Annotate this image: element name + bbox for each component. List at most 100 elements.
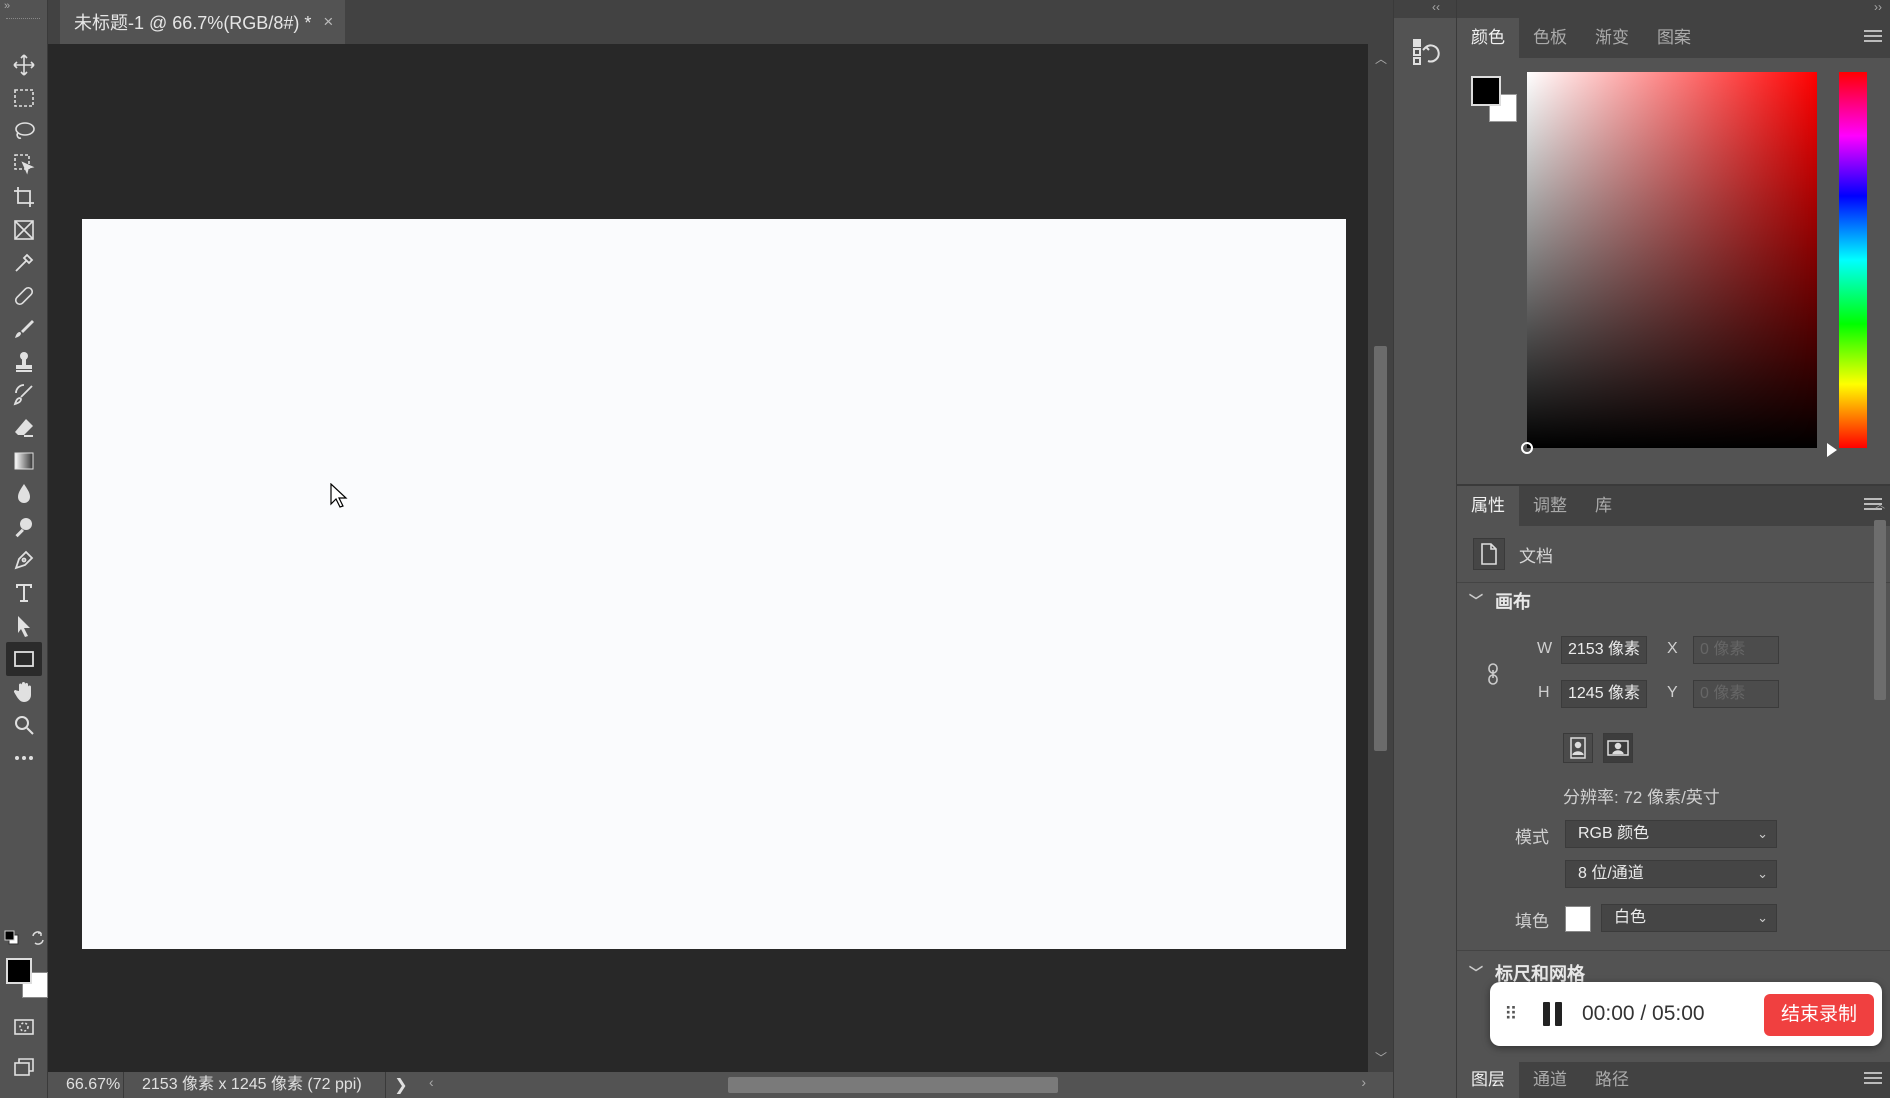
quick-mask-mode[interactable] [6, 1010, 42, 1044]
toolbar-grip[interactable] [6, 18, 40, 22]
gradient-tool[interactable] [6, 444, 42, 478]
height-field[interactable]: 1245 像素 [1561, 680, 1647, 708]
ellipsis-icon [15, 756, 33, 760]
move-tool[interactable] [6, 48, 42, 82]
tab-properties[interactable]: 属性 [1457, 486, 1519, 526]
status-menu-arrow[interactable]: ❯ [386, 1075, 416, 1095]
scroll-left-icon[interactable]: ‹ [429, 1074, 434, 1090]
color-picker-knob[interactable] [1521, 442, 1533, 454]
landscape-orientation-button[interactable] [1603, 733, 1633, 763]
default-colors-icon[interactable] [4, 930, 20, 946]
scroll-up-icon[interactable]: ︿ [1875, 496, 1885, 511]
chevron-down-icon: ﹀ [1469, 593, 1483, 609]
link-dimensions-icon[interactable] [1485, 662, 1501, 686]
tab-color[interactable]: 颜色 [1457, 18, 1519, 58]
canvas-section-header[interactable]: ﹀ 画布 [1469, 588, 1531, 614]
tab-gradients[interactable]: 渐变 [1581, 18, 1643, 58]
close-icon[interactable]: × [323, 12, 333, 32]
fill-select[interactable]: 白色 ⌄ [1601, 904, 1777, 932]
fill-color-swatch[interactable] [1565, 906, 1591, 932]
expand-panels-icon[interactable]: ›› [1457, 0, 1890, 18]
tab-channels[interactable]: 通道 [1519, 1062, 1581, 1098]
vertical-scrollbar[interactable]: ︿ ﹀ [1368, 44, 1393, 1072]
move-icon [13, 54, 35, 76]
expand-toolbar-icon[interactable]: » [4, 0, 10, 12]
screen-recording-widget: ⠿ 00:00 / 05:00 结束录制 [1490, 982, 1882, 1046]
width-field[interactable]: 2153 像素 [1561, 636, 1647, 664]
y-label: Y [1667, 684, 1678, 701]
tab-swatches[interactable]: 色板 [1519, 18, 1581, 58]
magnifier-icon [15, 716, 34, 735]
crop-tool[interactable] [6, 180, 42, 214]
bit-depth-select[interactable]: 8 位/通道 ⌄ [1565, 860, 1777, 888]
tab-patterns[interactable]: 图案 [1643, 18, 1705, 58]
hue-slider[interactable] [1839, 72, 1867, 448]
saturation-brightness-field[interactable] [1521, 72, 1817, 454]
scroll-up-icon[interactable]: ︿ [1375, 50, 1387, 67]
canvas-section-title: 画布 [1495, 592, 1531, 612]
pause-button[interactable] [1530, 1002, 1574, 1026]
horizontal-scroll-thumb[interactable] [728, 1077, 1058, 1093]
tab-layers[interactable]: 图层 [1457, 1062, 1519, 1098]
history-brush-icon [13, 384, 33, 406]
screen-mode[interactable] [6, 1050, 42, 1084]
brush-tool[interactable] [6, 312, 42, 346]
eraser-tool[interactable] [6, 411, 42, 445]
stop-recording-button[interactable]: 结束录制 [1764, 994, 1874, 1036]
portrait-icon [1570, 737, 1586, 759]
panel-menu-icon[interactable] [1864, 1072, 1882, 1087]
panel-menu-icon[interactable] [1864, 30, 1882, 45]
rectangle-tool[interactable] [6, 642, 42, 676]
hue-slider-marker[interactable] [1827, 443, 1837, 457]
clone-stamp-tool[interactable] [6, 345, 42, 379]
healing-brush-tool[interactable] [6, 279, 42, 313]
properties-scroll-thumb[interactable] [1874, 520, 1886, 700]
vertical-scroll-thumb[interactable] [1374, 346, 1387, 751]
rect-marquee-icon [14, 89, 34, 107]
color-mode-select[interactable]: RGB 颜色 ⌄ [1565, 820, 1777, 848]
collapse-panels-icon[interactable]: ‹‹ [1394, 0, 1456, 18]
resolution-text: 分辨率: 72 像素/英寸 [1563, 788, 1720, 807]
marquee-tool[interactable] [6, 81, 42, 115]
bit-depth-value: 8 位/通道 [1578, 865, 1644, 882]
path-selection-tool[interactable] [6, 609, 42, 643]
scroll-right-icon[interactable]: › [1361, 1074, 1366, 1090]
gradient-icon [14, 452, 34, 470]
x-field[interactable]: 0 像素 [1693, 636, 1779, 664]
frame-tool[interactable] [6, 213, 42, 247]
foreground-color-swatch[interactable] [6, 958, 32, 984]
scroll-down-icon[interactable]: ﹀ [1375, 1049, 1387, 1066]
foreground-color-chip[interactable] [1471, 76, 1501, 106]
lasso-tool[interactable] [6, 114, 42, 148]
more-tools[interactable] [6, 741, 42, 775]
document-info: 2153 像素 x 1245 像素 (72 ppi) [124, 1072, 386, 1098]
horizontal-scrollbar[interactable]: ‹ › [425, 1074, 1370, 1094]
history-panel-button[interactable] [1408, 32, 1444, 72]
y-field[interactable]: 0 像素 [1693, 680, 1779, 708]
document-canvas[interactable] [82, 219, 1346, 949]
zoom-level[interactable]: 66.67% [48, 1072, 124, 1098]
portrait-orientation-button[interactable] [1563, 733, 1593, 763]
properties-scrollbar[interactable]: ︿ [1873, 500, 1887, 820]
tab-adjustments[interactable]: 调整 [1519, 486, 1581, 526]
document-icon [1473, 538, 1505, 570]
divider [1457, 582, 1890, 583]
chevron-down-icon: ⌄ [1757, 910, 1768, 925]
landscape-icon [1607, 740, 1629, 756]
blur-tool[interactable] [6, 477, 42, 511]
pen-tool[interactable] [6, 543, 42, 577]
swap-colors-icon[interactable] [30, 930, 46, 946]
hand-tool[interactable] [6, 675, 42, 709]
zoom-tool[interactable] [6, 708, 42, 742]
type-tool[interactable] [6, 576, 42, 610]
history-brush-tool[interactable] [6, 378, 42, 412]
object-selection-tool[interactable] [6, 147, 42, 181]
canvas-workspace[interactable] [48, 44, 1368, 1072]
eyedropper-tool[interactable] [6, 246, 42, 280]
document-tab[interactable]: 未标题-1 @ 66.7%(RGB/8#) * × [60, 0, 345, 44]
tab-paths[interactable]: 路径 [1581, 1062, 1643, 1098]
eraser-icon [15, 419, 33, 437]
tab-libraries[interactable]: 库 [1581, 486, 1626, 526]
dodge-tool[interactable] [6, 510, 42, 544]
drag-handle-icon[interactable]: ⠿ [1490, 1004, 1530, 1025]
